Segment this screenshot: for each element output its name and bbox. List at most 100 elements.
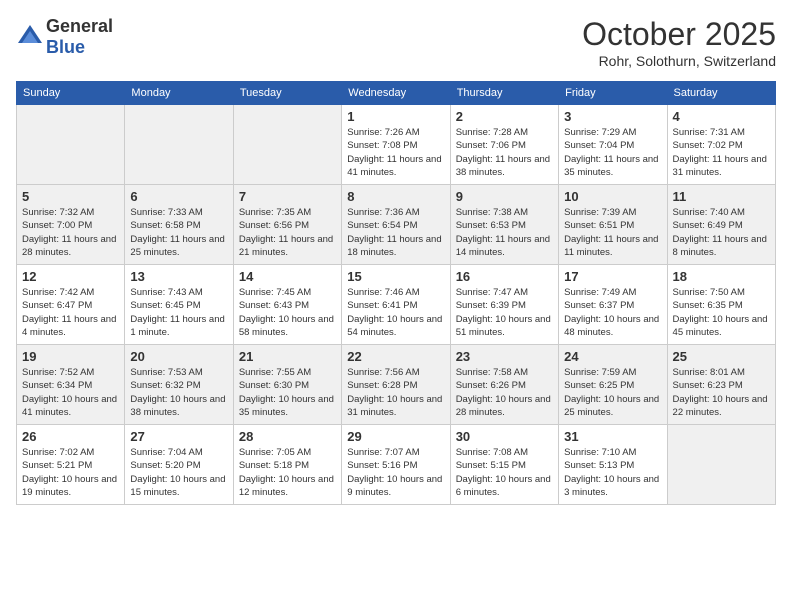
day-info: Sunrise: 7:29 AM Sunset: 7:04 PM Dayligh… [564,126,661,179]
week-row-1: 1 Sunrise: 7:26 AM Sunset: 7:08 PM Daylig… [17,105,776,185]
calendar-cell: 21 Sunrise: 7:55 AM Sunset: 6:30 PM Dayli… [233,345,341,425]
day-number: 6 [130,189,227,204]
day-info: Sunrise: 7:08 AM Sunset: 5:15 PM Dayligh… [456,446,553,499]
day-info: Sunrise: 7:39 AM Sunset: 6:51 PM Dayligh… [564,206,661,259]
day-info: Sunrise: 7:55 AM Sunset: 6:30 PM Dayligh… [239,366,336,419]
day-number: 10 [564,189,661,204]
day-info: Sunrise: 7:43 AM Sunset: 6:45 PM Dayligh… [130,286,227,339]
calendar-cell: 17 Sunrise: 7:49 AM Sunset: 6:37 PM Dayli… [559,265,667,345]
day-number: 11 [673,189,770,204]
calendar-cell: 25 Sunrise: 8:01 AM Sunset: 6:23 PM Dayli… [667,345,775,425]
calendar-cell [125,105,233,185]
day-number: 5 [22,189,119,204]
calendar-cell: 2 Sunrise: 7:28 AM Sunset: 7:06 PM Daylig… [450,105,558,185]
calendar-cell: 22 Sunrise: 7:56 AM Sunset: 6:28 PM Dayli… [342,345,450,425]
calendar-cell: 29Sunrise: 7:07 AM Sunset: 5:16 PM Dayli… [342,425,450,505]
day-number: 9 [456,189,553,204]
day-number: 27 [130,429,227,444]
day-info: Sunrise: 7:46 AM Sunset: 6:41 PM Dayligh… [347,286,444,339]
page-header: General Blue October 2025 Rohr, Solothur… [16,16,776,69]
day-info: Sunrise: 7:31 AM Sunset: 7:02 PM Dayligh… [673,126,770,179]
day-info: Sunrise: 7:49 AM Sunset: 6:37 PM Dayligh… [564,286,661,339]
calendar-cell: 12 Sunrise: 7:42 AM Sunset: 6:47 PM Dayli… [17,265,125,345]
calendar-cell: 30 Sunrise: 7:08 AM Sunset: 5:15 PM Dayli… [450,425,558,505]
calendar-cell: 1 Sunrise: 7:26 AM Sunset: 7:08 PM Daylig… [342,105,450,185]
month-title: October 2025 [582,16,776,53]
day-number: 22 [347,349,444,364]
calendar-cell: 3 Sunrise: 7:29 AM Sunset: 7:04 PM Daylig… [559,105,667,185]
calendar-cell: 10 Sunrise: 7:39 AM Sunset: 6:51 PM Dayli… [559,185,667,265]
day-number: 2 [456,109,553,124]
days-header-row: SundayMondayTuesdayWednesdayThursdayFrid… [17,82,776,105]
day-info: Sunrise: 7:42 AM Sunset: 6:47 PM Dayligh… [22,286,119,339]
calendar-cell: 13Sunrise: 7:43 AM Sunset: 6:45 PM Dayli… [125,265,233,345]
day-info: Sunrise: 7:40 AM Sunset: 6:49 PM Dayligh… [673,206,770,259]
calendar-cell: 19 Sunrise: 7:52 AM Sunset: 6:34 PM Dayli… [17,345,125,425]
day-info: Sunrise: 7:28 AM Sunset: 7:06 PM Dayligh… [456,126,553,179]
calendar-cell: 6Sunrise: 7:33 AM Sunset: 6:58 PM Daylig… [125,185,233,265]
day-number: 23 [456,349,553,364]
day-info: Sunrise: 7:02 AM Sunset: 5:21 PM Dayligh… [22,446,119,499]
calendar-table: SundayMondayTuesdayWednesdayThursdayFrid… [16,81,776,505]
day-info: Sunrise: 7:53 AM Sunset: 6:32 PM Dayligh… [130,366,227,419]
day-number: 30 [456,429,553,444]
day-number: 19 [22,349,119,364]
day-info: Sunrise: 7:58 AM Sunset: 6:26 PM Dayligh… [456,366,553,419]
day-header-saturday: Saturday [667,82,775,105]
day-number: 28 [239,429,336,444]
day-info: Sunrise: 7:45 AM Sunset: 6:43 PM Dayligh… [239,286,336,339]
calendar-cell [233,105,341,185]
day-number: 7 [239,189,336,204]
location-text: Rohr, Solothurn, Switzerland [582,53,776,69]
day-info: Sunrise: 7:59 AM Sunset: 6:25 PM Dayligh… [564,366,661,419]
calendar-cell: 7 Sunrise: 7:35 AM Sunset: 6:56 PM Daylig… [233,185,341,265]
day-number: 21 [239,349,336,364]
calendar-cell: 28 Sunrise: 7:05 AM Sunset: 5:18 PM Dayli… [233,425,341,505]
day-header-friday: Friday [559,82,667,105]
calendar-cell: 16 Sunrise: 7:47 AM Sunset: 6:39 PM Dayli… [450,265,558,345]
day-info: Sunrise: 7:38 AM Sunset: 6:53 PM Dayligh… [456,206,553,259]
calendar-cell: 18Sunrise: 7:50 AM Sunset: 6:35 PM Dayli… [667,265,775,345]
day-number: 25 [673,349,770,364]
day-number: 14 [239,269,336,284]
day-info: Sunrise: 7:36 AM Sunset: 6:54 PM Dayligh… [347,206,444,259]
day-number: 16 [456,269,553,284]
logo: General Blue [16,16,113,58]
logo-general-text: General [46,16,113,36]
day-number: 26 [22,429,119,444]
calendar-cell: 20 Sunrise: 7:53 AM Sunset: 6:32 PM Dayli… [125,345,233,425]
day-number: 4 [673,109,770,124]
day-header-thursday: Thursday [450,82,558,105]
day-info: Sunrise: 7:47 AM Sunset: 6:39 PM Dayligh… [456,286,553,339]
day-info: Sunrise: 7:56 AM Sunset: 6:28 PM Dayligh… [347,366,444,419]
day-info: Sunrise: 7:52 AM Sunset: 6:34 PM Dayligh… [22,366,119,419]
day-number: 20 [130,349,227,364]
day-number: 17 [564,269,661,284]
logo-icon [16,23,44,51]
calendar-cell [17,105,125,185]
day-info: Sunrise: 7:05 AM Sunset: 5:18 PM Dayligh… [239,446,336,499]
day-info: Sunrise: 7:35 AM Sunset: 6:56 PM Dayligh… [239,206,336,259]
day-info: Sunrise: 7:10 AM Sunset: 5:13 PM Dayligh… [564,446,661,499]
day-info: Sunrise: 7:07 AM Sunset: 5:16 PM Dayligh… [347,446,444,499]
calendar-cell: 31Sunrise: 7:10 AM Sunset: 5:13 PM Dayli… [559,425,667,505]
day-number: 12 [22,269,119,284]
day-number: 24 [564,349,661,364]
day-header-sunday: Sunday [17,82,125,105]
calendar-cell: 8Sunrise: 7:36 AM Sunset: 6:54 PM Daylig… [342,185,450,265]
calendar-cell: 15Sunrise: 7:46 AM Sunset: 6:41 PM Dayli… [342,265,450,345]
day-info: Sunrise: 7:26 AM Sunset: 7:08 PM Dayligh… [347,126,444,179]
day-header-monday: Monday [125,82,233,105]
calendar-cell: 26 Sunrise: 7:02 AM Sunset: 5:21 PM Dayli… [17,425,125,505]
calendar-cell: 24 Sunrise: 7:59 AM Sunset: 6:25 PM Dayli… [559,345,667,425]
day-header-wednesday: Wednesday [342,82,450,105]
calendar-cell [667,425,775,505]
week-row-5: 26 Sunrise: 7:02 AM Sunset: 5:21 PM Dayli… [17,425,776,505]
calendar-cell: 4 Sunrise: 7:31 AM Sunset: 7:02 PM Daylig… [667,105,775,185]
day-number: 1 [347,109,444,124]
calendar-cell: 11 Sunrise: 7:40 AM Sunset: 6:49 PM Dayli… [667,185,775,265]
calendar-cell: 27Sunrise: 7:04 AM Sunset: 5:20 PM Dayli… [125,425,233,505]
calendar-cell: 9 Sunrise: 7:38 AM Sunset: 6:53 PM Daylig… [450,185,558,265]
day-number: 3 [564,109,661,124]
day-info: Sunrise: 8:01 AM Sunset: 6:23 PM Dayligh… [673,366,770,419]
